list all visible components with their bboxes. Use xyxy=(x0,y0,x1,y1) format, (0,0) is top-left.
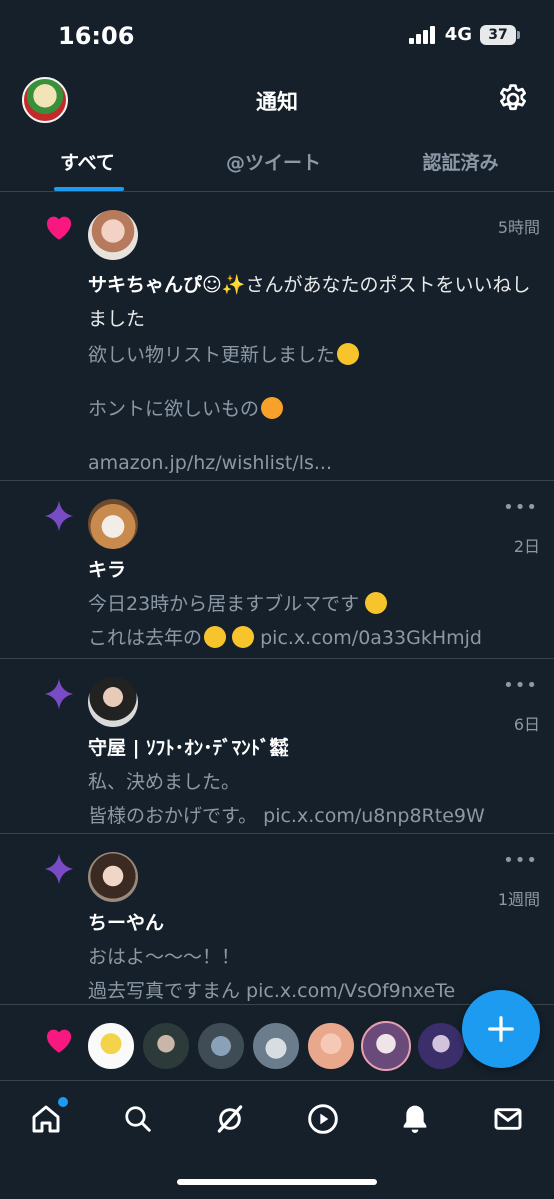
signal-icon xyxy=(408,25,435,44)
cat-emoji xyxy=(232,626,255,648)
more-options-icon[interactable]: ••• xyxy=(503,850,538,871)
gear-icon[interactable] xyxy=(496,82,530,116)
avatar[interactable] xyxy=(196,1021,246,1071)
avatar[interactable] xyxy=(88,852,138,902)
notification-time: 5時間 xyxy=(497,218,540,237)
tab-all[interactable]: すべて xyxy=(0,132,180,191)
tweet-line: これは去年の xyxy=(88,627,203,649)
notification-item[interactable]: ••• 1週間 ちーやん おはよ〜〜〜！！ 過去写真ですまん pic.x.com… xyxy=(0,834,554,1005)
notification-item[interactable]: ••• 6日 守屋 | ｿﾌﾄ･ｵﾝ･ﾃﾞﾏﾝﾄﾞ㍿ 私、決めました。 皆様のお… xyxy=(0,659,554,834)
tweet-link[interactable]: pic.x.com/0a33GkHmjd xyxy=(260,627,482,649)
notification-body: サキちゃんぴ☺✨さんがあなたのポストをいいねしました 欲しい物リスト更新しました… xyxy=(88,268,538,480)
tweet-line: ホントに欲しいもの xyxy=(88,398,260,420)
mail-icon xyxy=(494,1108,522,1130)
home-indicator xyxy=(177,1179,377,1185)
smiling-hearts-emoji xyxy=(261,397,284,419)
nav-home[interactable] xyxy=(26,1097,68,1139)
unread-dot xyxy=(58,1097,68,1107)
cat-emoji xyxy=(365,592,388,614)
notification-item[interactable]: ••• 2日 キラ 今日23時から居ますブルマです これは去年の pic.x.c… xyxy=(0,481,554,659)
avatar[interactable] xyxy=(88,499,138,549)
nav-grok[interactable] xyxy=(210,1099,250,1139)
network-label: 4G xyxy=(444,24,472,45)
sparkle-icon xyxy=(44,853,74,885)
user-name[interactable]: キラ xyxy=(88,553,538,587)
battery-icon: 37 xyxy=(480,24,520,45)
more-options-icon[interactable]: ••• xyxy=(503,497,538,518)
tweet-line: 今日23時から居ますブルマです xyxy=(88,593,360,615)
status-indicators: 4G 37 xyxy=(408,24,520,45)
compose-button[interactable] xyxy=(462,990,540,1068)
status-time: 16:06 xyxy=(58,22,135,50)
avatar[interactable] xyxy=(141,1021,191,1071)
video-icon xyxy=(308,1104,338,1134)
avatar[interactable] xyxy=(306,1021,356,1071)
user-name[interactable]: ちーやん xyxy=(88,906,538,940)
header: 通知 xyxy=(0,72,554,128)
user-name[interactable]: 守屋 | ｿﾌﾄ･ｵﾝ･ﾃﾞﾏﾝﾄﾞ㍿ xyxy=(88,731,538,765)
nav-search[interactable] xyxy=(118,1099,158,1139)
status-bar: 16:06 4G 37 xyxy=(0,0,554,72)
avatar[interactable] xyxy=(88,677,138,727)
tweet-line: おはよ〜〜〜！！ xyxy=(88,946,241,968)
heart-icon xyxy=(46,1029,72,1053)
tweet-line: 欲しい物リスト更新しました xyxy=(88,344,336,366)
heart-eyes-emoji xyxy=(337,343,360,365)
sparkle-icon xyxy=(44,678,74,710)
bell-icon xyxy=(403,1105,427,1133)
nav-video[interactable] xyxy=(303,1099,343,1139)
nav-messages[interactable] xyxy=(488,1099,528,1139)
nav-notifications[interactable] xyxy=(395,1099,435,1139)
notification-item[interactable]: 5時間 サキちゃんぴ☺✨さんがあなたのポストをいいねしました 欲しい物リスト更新… xyxy=(0,192,554,481)
notification-body: ちーやん おはよ〜〜〜！！ 過去写真ですまん pic.x.com/VsOf9nx… xyxy=(88,906,538,1008)
avatar[interactable] xyxy=(361,1021,411,1071)
sparkle-icon xyxy=(44,500,74,532)
tab-mentions[interactable]: @ツイート xyxy=(180,132,367,191)
home-icon xyxy=(32,1105,60,1133)
user-name[interactable]: サキちゃんぴ☺✨ xyxy=(88,274,245,296)
more-options-icon[interactable]: ••• xyxy=(503,675,538,696)
grok-icon xyxy=(217,1105,243,1133)
avatar[interactable] xyxy=(251,1021,301,1071)
tweet-line: 私、決めました。 xyxy=(88,771,241,793)
tab-verified[interactable]: 認証済み xyxy=(367,132,554,191)
page-title: 通知 xyxy=(256,90,298,114)
cat-emoji xyxy=(204,626,227,648)
notification-tabs: すべて @ツイート 認証済み xyxy=(0,132,554,192)
tweet-link[interactable]: amazon.jp/hz/wishlist/ls... xyxy=(88,446,538,480)
avatar[interactable] xyxy=(88,210,138,260)
avatar[interactable] xyxy=(416,1021,466,1071)
notification-body: 守屋 | ｿﾌﾄ･ｵﾝ･ﾃﾞﾏﾝﾄﾞ㍿ 私、決めました。 皆様のおかげです。 p… xyxy=(88,731,538,833)
heart-icon xyxy=(46,216,72,240)
plus-icon xyxy=(488,1016,514,1042)
avatar[interactable] xyxy=(86,1021,136,1071)
tweet-line: 皆様のおかげです。 pic.x.com/u8np8Rte9W xyxy=(88,805,485,827)
notification-body: キラ 今日23時から居ますブルマです これは去年の pic.x.com/0a33… xyxy=(88,553,538,655)
search-icon xyxy=(125,1106,151,1132)
